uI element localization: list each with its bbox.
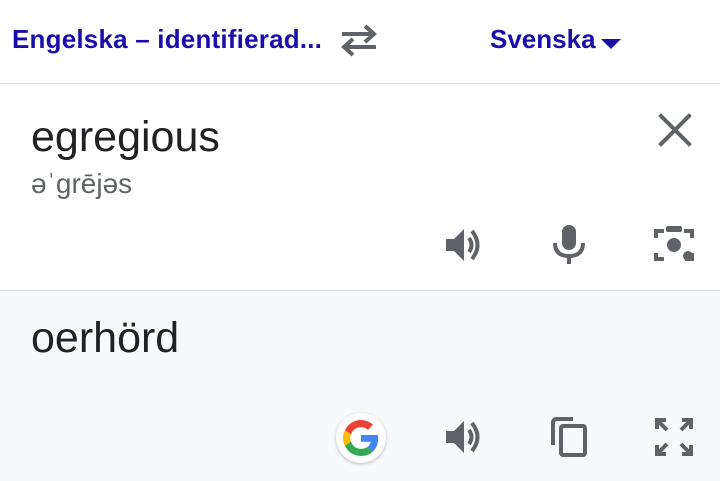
target-language-button[interactable]: Svenska — [490, 24, 596, 55]
microphone-icon[interactable] — [547, 222, 591, 266]
google-icon[interactable] — [336, 413, 386, 463]
source-language-button[interactable]: Engelska – identifierad... — [12, 24, 322, 55]
language-bar: Engelska – identifierad... Svenska — [0, 0, 720, 84]
source-input-panel: egregious əˈgrējəs — [0, 85, 720, 291]
swap-languages-icon[interactable] — [338, 22, 380, 58]
source-text[interactable]: egregious — [31, 113, 220, 162]
camera-icon[interactable] — [652, 223, 696, 267]
translated-text: oerhörd — [31, 314, 180, 362]
close-icon[interactable] — [656, 111, 694, 149]
fullscreen-icon[interactable] — [652, 415, 696, 459]
speaker-icon[interactable] — [442, 223, 486, 267]
speaker-icon[interactable] — [442, 415, 486, 459]
translation-output-panel: oerhörd — [0, 292, 720, 481]
caret-down-icon[interactable] — [600, 37, 622, 49]
source-phonetic: əˈgrējəs — [31, 168, 133, 199]
copy-icon[interactable] — [547, 415, 591, 459]
